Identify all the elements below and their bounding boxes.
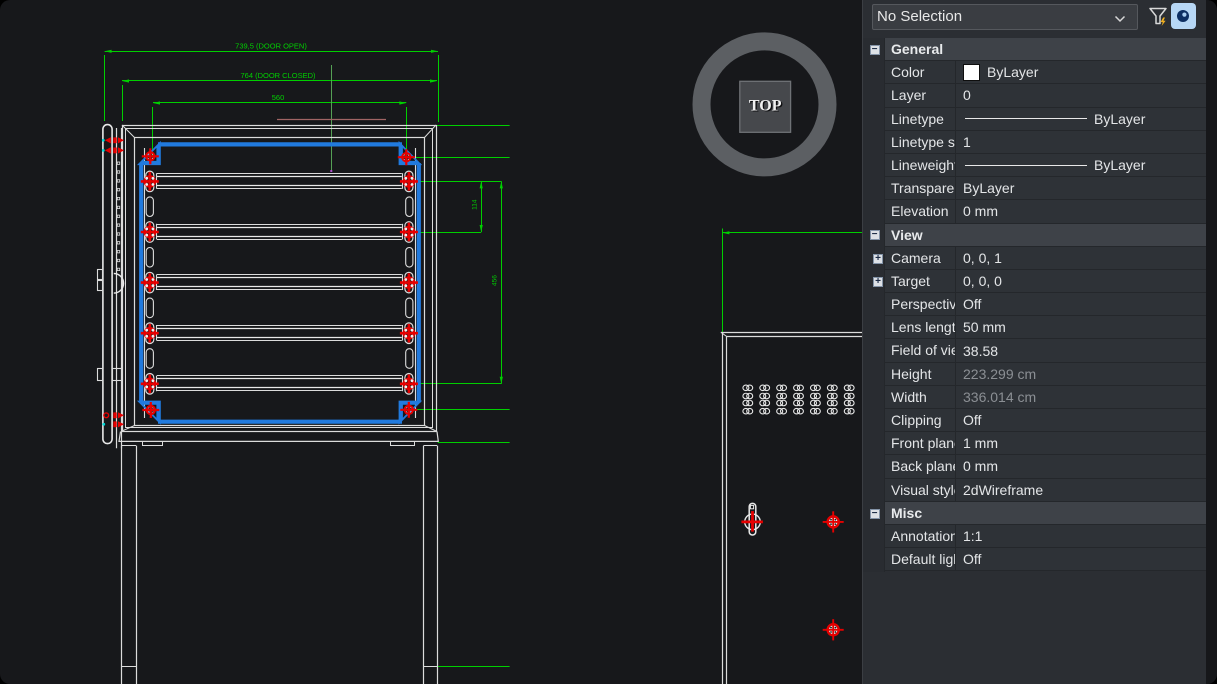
svg-text:TOP: TOP	[749, 97, 782, 114]
svg-text:560: 560	[272, 93, 285, 102]
svg-text:764 (DOOR CLOSED): 764 (DOOR CLOSED)	[240, 71, 316, 80]
svg-text:739,5 (DOOR OPEN): 739,5 (DOOR OPEN)	[235, 42, 307, 51]
svg-text:114: 114	[471, 199, 478, 210]
svg-text:456: 456	[492, 275, 499, 286]
